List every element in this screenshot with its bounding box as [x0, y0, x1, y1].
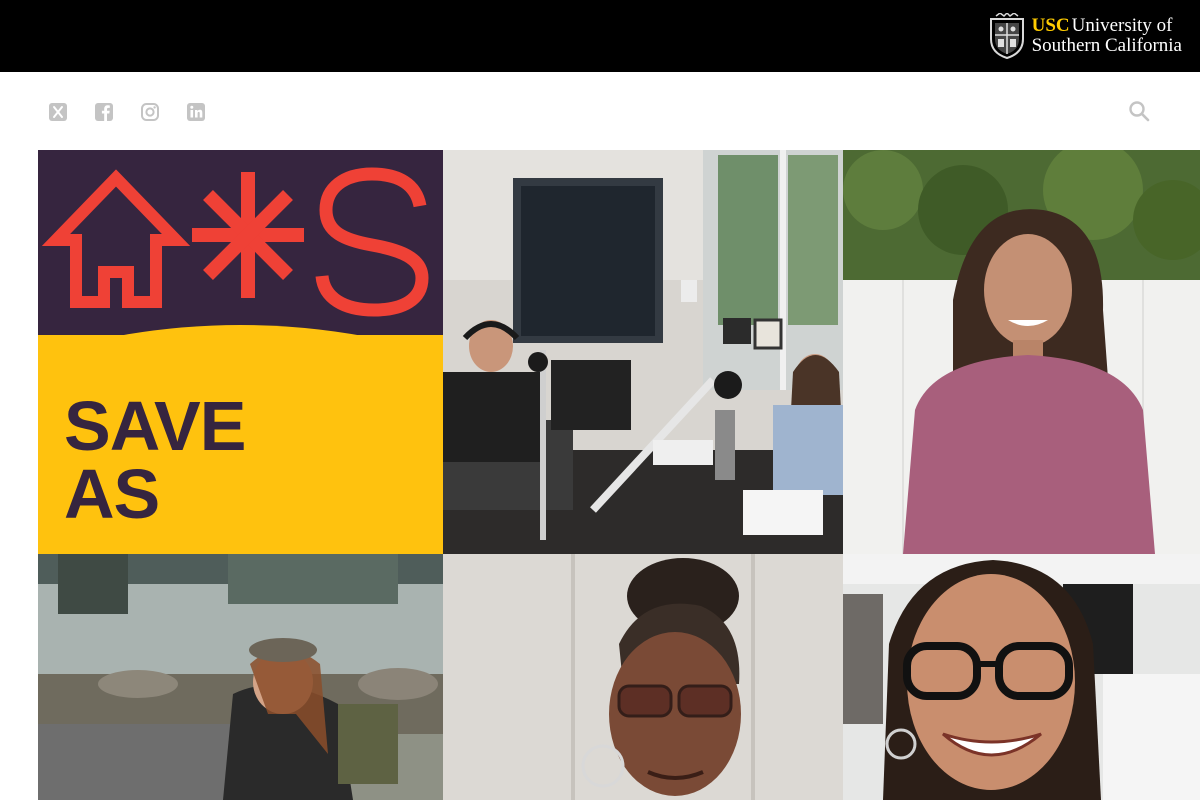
portrait-photo-pink-sweater[interactable]	[843, 150, 1200, 554]
asterisk-icon	[192, 172, 304, 298]
story-grid: SAVE AS	[38, 150, 1200, 800]
usc-seal-icon	[989, 13, 1024, 59]
house-icon	[41, 169, 191, 308]
save-as-logo-tile[interactable]: SAVE AS	[38, 150, 443, 554]
portrait-photo-black-glasses[interactable]	[843, 554, 1200, 800]
usc-wordmark: USC University of Southern California	[1032, 16, 1182, 56]
as-word: AS	[64, 455, 160, 533]
usc-abbrev: USC	[1031, 15, 1070, 36]
save-as-logo-graphic	[41, 167, 429, 317]
search-icon[interactable]	[1128, 100, 1150, 122]
social-toolbar	[0, 72, 1200, 150]
x-twitter-icon[interactable]	[48, 102, 68, 122]
usc-brand-link[interactable]: USC University of Southern California	[988, 10, 1182, 62]
save-word: SAVE	[64, 387, 246, 465]
wordmark-line2: Southern California	[1031, 35, 1182, 56]
wordmark-line1: University of	[1071, 15, 1173, 36]
instagram-icon[interactable]	[140, 102, 160, 122]
s-letter-icon	[315, 167, 429, 317]
podcast-studio-photo[interactable]	[443, 150, 843, 554]
facebook-icon[interactable]	[94, 102, 114, 122]
linkedin-icon[interactable]	[186, 102, 206, 122]
top-brand-bar: USC University of Southern California	[0, 0, 1200, 72]
social-links	[48, 102, 206, 122]
save-as-wordmark: SAVE AS	[64, 387, 246, 533]
portrait-photo-glasses-hoops[interactable]	[443, 554, 843, 800]
outdoor-photo-hiker[interactable]	[38, 554, 443, 800]
